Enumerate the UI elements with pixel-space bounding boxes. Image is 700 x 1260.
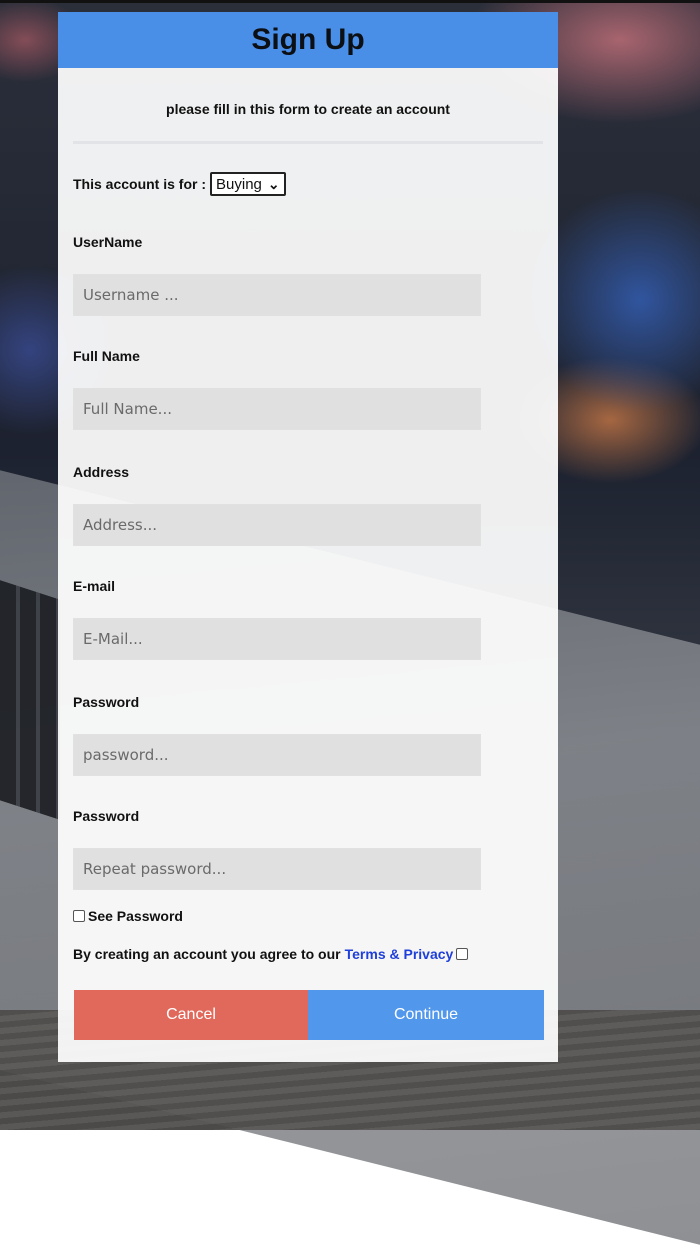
form-header: Sign Up <box>58 12 558 68</box>
account-type-select[interactable]: Buying ⌄ <box>210 172 286 196</box>
divider <box>73 141 543 144</box>
username-input[interactable] <box>73 274 481 316</box>
terms-checkbox[interactable] <box>456 948 469 960</box>
password-input[interactable] <box>73 734 481 776</box>
email-input[interactable] <box>73 618 481 660</box>
form-subtitle: please fill in this form to create an ac… <box>166 101 450 117</box>
password-label: Password <box>73 694 140 710</box>
chevron-down-icon: ⌄ <box>267 175 280 192</box>
account-type-value: Buying <box>216 175 262 193</box>
address-input[interactable] <box>73 504 481 546</box>
form-title: Sign Up <box>251 23 365 56</box>
account-type-label: This account is for : <box>73 176 207 192</box>
background-keyboard <box>0 580 60 820</box>
top-border <box>0 0 700 3</box>
terms-link[interactable]: Terms & Privacy <box>345 946 454 962</box>
terms-row: By creating an account you agree to our … <box>73 946 469 962</box>
signup-form: Sign Up please fill in this form to crea… <box>58 12 558 1062</box>
terms-text: By creating an account you agree to our <box>73 946 341 962</box>
repeat-password-input[interactable] <box>73 848 481 890</box>
repeat-password-label: Password <box>73 808 140 824</box>
username-label: UserName <box>73 234 143 250</box>
see-password-checkbox[interactable] <box>73 910 85 922</box>
cancel-button[interactable]: Cancel <box>74 990 308 1040</box>
see-password-label: See Password <box>88 908 183 924</box>
email-label: E-mail <box>73 578 116 594</box>
full-name-input[interactable] <box>73 388 481 430</box>
address-label: Address <box>73 464 130 480</box>
continue-button[interactable]: Continue <box>308 990 544 1040</box>
full-name-label: Full Name <box>73 348 140 364</box>
see-password-row: See Password <box>73 908 183 924</box>
account-type-row: This account is for : Buying ⌄ <box>73 172 286 196</box>
